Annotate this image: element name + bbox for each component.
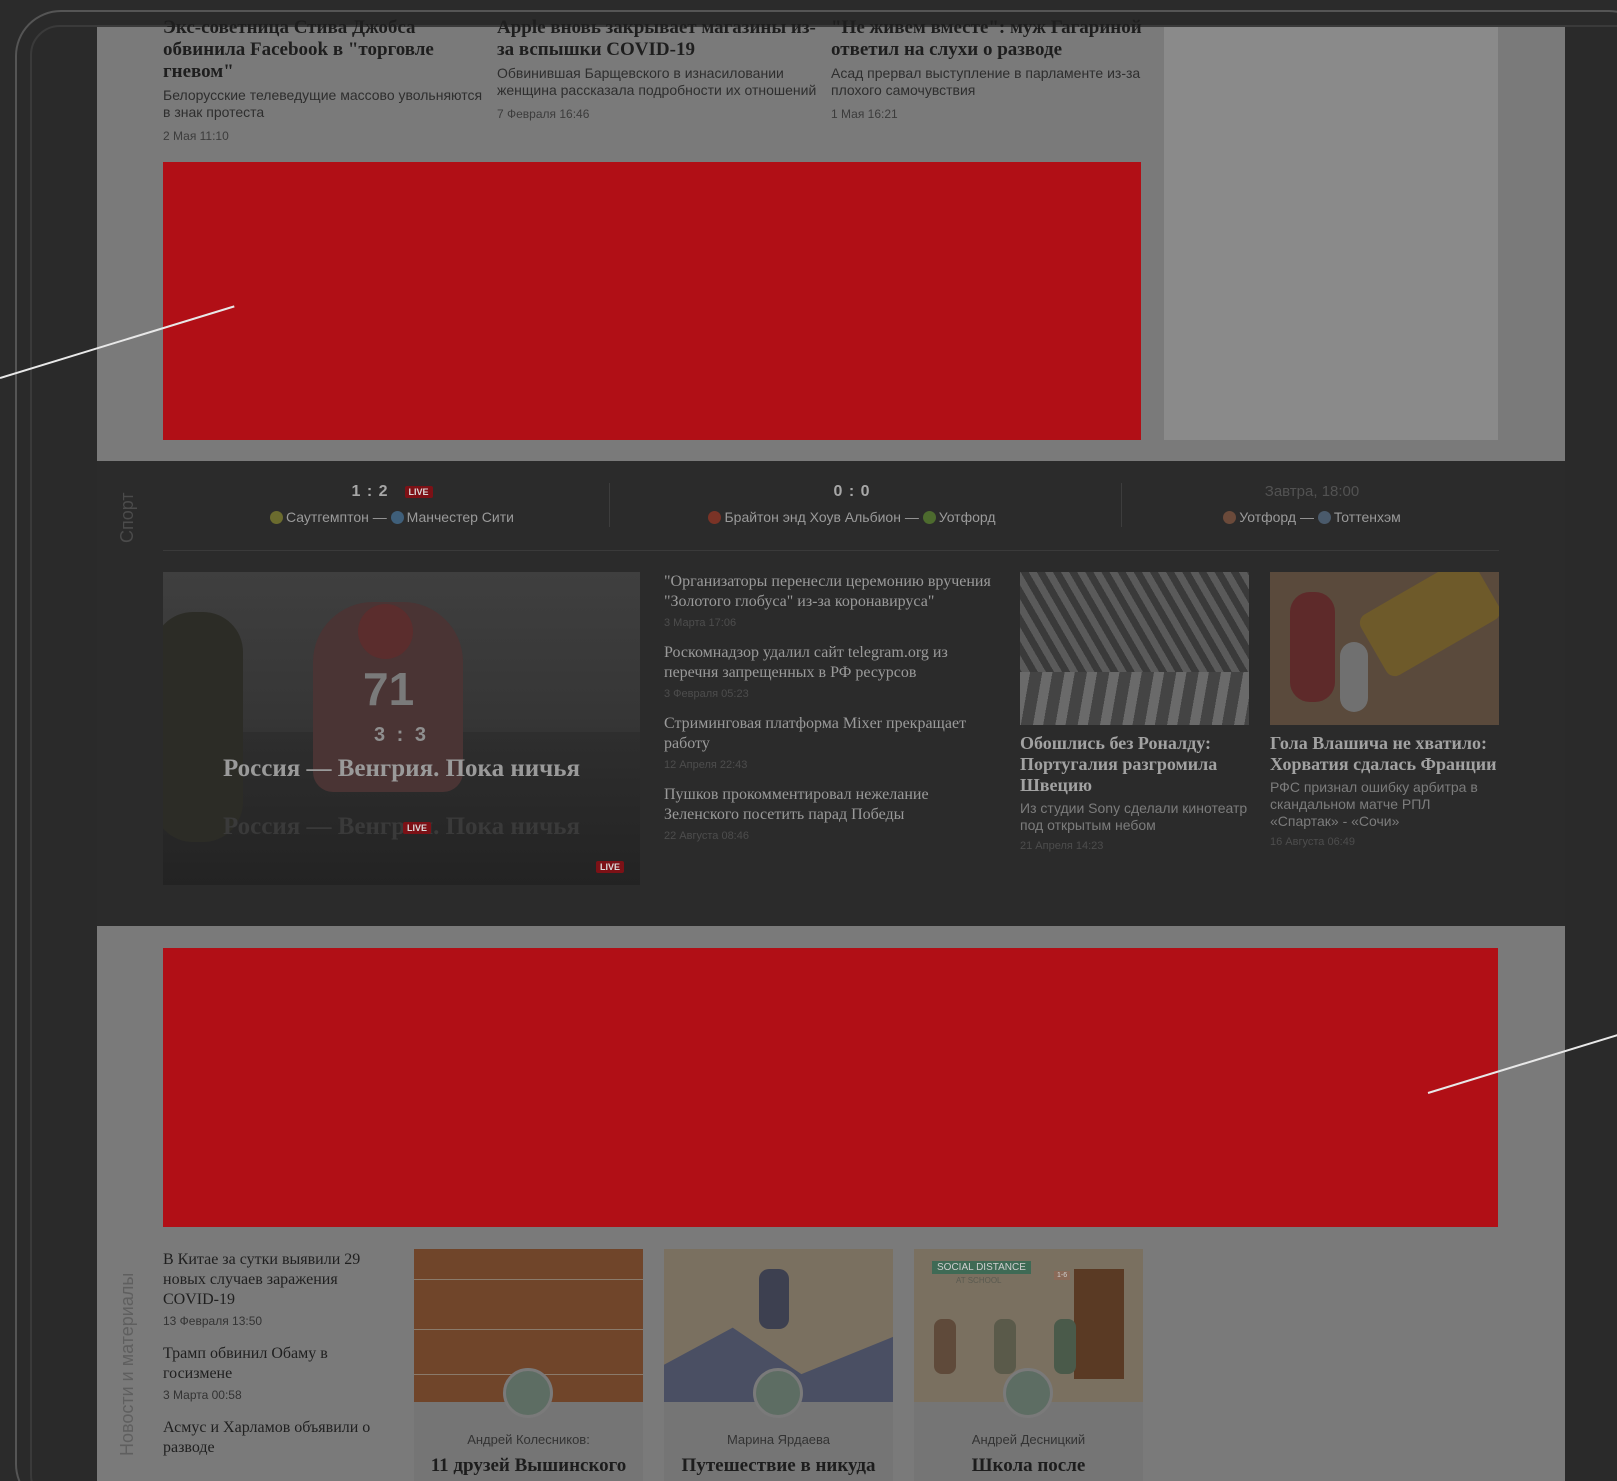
opinion-card[interactable]: Андрей Колесников: 11 друзей Вышинского <box>414 1249 643 1481</box>
opinion-title[interactable]: 11 друзей Вышинского <box>414 1455 643 1477</box>
team-crest-icon <box>390 511 404 524</box>
list-item-title[interactable]: Пушков прокомментировал нежелание Зеленс… <box>664 785 994 825</box>
list-item-date: 3 Марта 00:58 <box>163 1388 242 1402</box>
match-teams: Саутгемптон — Манчестер Сити <box>182 509 602 525</box>
list-item-title[interactable]: Трамп обвинил Обаму в госизмене <box>163 1344 388 1384</box>
team-home: Брайтон энд Хоув Альбион <box>724 509 901 525</box>
opinion-author[interactable]: Марина Ярдаева <box>664 1432 893 1447</box>
team-away: Манчестер Сити <box>406 509 514 525</box>
news-headline[interactable]: Apple вновь закрывает магазины из-за всп… <box>497 17 817 61</box>
list-item-date: 3 Февраля 05:23 <box>664 688 749 700</box>
team-crest-icon <box>922 511 936 524</box>
list-item-title[interactable]: Асмус и Харламов объявили о разводе <box>163 1418 388 1458</box>
card-subtitle[interactable]: РФС признал ошибку арбитра в скандальном… <box>1270 779 1499 830</box>
sidebar-ad-placeholder <box>1164 27 1498 440</box>
news-item[interactable]: Экс-советница Стива Джобса обвинила Face… <box>163 17 483 143</box>
match-card[interactable]: 1 : 2 LIVE Саутгемптон — Манчестер Сити <box>182 483 602 525</box>
author-avatar[interactable] <box>503 1368 553 1418</box>
match-score: 1 : 2 <box>351 483 389 500</box>
list-item-title[interactable]: Роскомнадзор удалил сайт telegram.org из… <box>664 643 994 683</box>
team-crest-icon <box>708 511 722 524</box>
sport-hero-card[interactable]: 71 3 : 3 Россия — Венгрия. Пока ничья Ро… <box>163 572 640 885</box>
top-news-section: Экс-советница Стива Джобса обвинила Face… <box>97 17 1565 461</box>
match-teams: Уотфорд — Тоттенхэм <box>1102 509 1522 525</box>
card-image[interactable] <box>1020 572 1249 725</box>
team-home: Уотфорд <box>1239 509 1297 525</box>
match-teams: Брайтон энд Хоув Альбион — Уотфорд <box>642 509 1062 525</box>
list-item-title[interactable]: Стриминговая платформа Mixer прекращает … <box>664 714 994 754</box>
list-item[interactable]: В Китае за сутки выявили 29 новых случае… <box>163 1250 388 1328</box>
news-headline[interactable]: Экс-советница Стива Джобса обвинила Face… <box>163 17 483 83</box>
team-away: Уотфорд <box>938 509 996 525</box>
list-item[interactable]: Роскомнадзор удалил сайт telegram.org из… <box>664 643 994 700</box>
match-time: Завтра, 18:00 <box>1264 483 1360 500</box>
card-image[interactable] <box>1270 572 1499 725</box>
team-crest-icon <box>1223 511 1237 524</box>
list-item[interactable]: Асмус и Харламов объявили о разводе <box>163 1418 388 1458</box>
opinion-author[interactable]: Андрей Колесников: <box>414 1432 643 1447</box>
live-badge: LIVE <box>595 861 624 873</box>
section-label-materials: Новости и материалы <box>117 1272 137 1456</box>
author-avatar[interactable] <box>1003 1368 1053 1418</box>
opinion-title[interactable]: Путешествие в никуда <box>664 1455 893 1477</box>
materials-section: Новости и материалы В Китае за сутки выя… <box>97 926 1565 1481</box>
image-caption: SOCIAL DISTANCE <box>932 1261 1031 1274</box>
list-item[interactable]: Пушков прокомментировал нежелание Зеленс… <box>664 785 994 842</box>
match-card[interactable]: 0 : 0 Брайтон энд Хоув Альбион — Уотфорд <box>642 483 1062 525</box>
materials-news-list: В Китае за сутки выявили 29 новых случае… <box>163 1250 388 1474</box>
sport-news-list: "Организаторы перенесли церемонию вручен… <box>664 572 994 856</box>
team-home: Саутгемптон <box>286 509 369 525</box>
news-subtitle[interactable]: Асад прервал выступление в парламенте из… <box>831 65 1151 99</box>
list-item[interactable]: Трамп обвинил Обаму в госизмене 3 Марта … <box>163 1344 388 1402</box>
hero-title-ghost: Россия — Венгрия. Пока ничья <box>222 813 580 840</box>
opinion-card[interactable]: SOCIAL DISTANCE AT SCHOOL 1-6 Андрей Дес… <box>914 1249 1143 1481</box>
card-date: 21 Апреля 14:23 <box>1020 840 1104 852</box>
image-badge: 1-6 <box>1054 1271 1071 1280</box>
news-date: 1 Мая 16:21 <box>831 107 898 121</box>
news-subtitle[interactable]: Обвинившая Барщевского в изнасиловании ж… <box>497 65 817 99</box>
opinion-author[interactable]: Андрей Десницкий <box>914 1432 1143 1447</box>
card-subtitle[interactable]: Из студии Sony сделали кинотеатр под отк… <box>1020 800 1249 834</box>
list-item-date: 3 Марта 17:06 <box>664 617 737 629</box>
list-item-date: 12 Апреля 22:43 <box>664 759 748 771</box>
list-item[interactable]: "Организаторы перенесли церемонию вручен… <box>664 572 994 629</box>
news-date: 2 Мая 11:10 <box>163 129 229 143</box>
section-label-sport: Спорт <box>117 492 137 543</box>
list-item-title[interactable]: В Китае за сутки выявили 29 новых случае… <box>163 1250 388 1310</box>
news-date: 7 Февраля 16:46 <box>497 107 590 121</box>
sport-news-card[interactable]: Гола Влашича не хватило: Хорватия сдалас… <box>1270 572 1499 848</box>
match-score: 0 : 0 <box>833 483 871 500</box>
news-subtitle[interactable]: Белорусские телеведущие массово увольняю… <box>163 87 483 121</box>
sport-section: Спорт 1 : 2 LIVE Саутгемптон — Манчестер … <box>97 461 1565 926</box>
live-badge: LIVE <box>403 822 432 834</box>
list-item-title[interactable]: "Организаторы перенесли церемонию вручен… <box>664 572 994 612</box>
card-title[interactable]: Гола Влашича не хватило: Хорватия сдалас… <box>1270 733 1499 775</box>
image-subcaption: AT SCHOOL <box>956 1276 1002 1285</box>
list-item-date: 13 Февраля 13:50 <box>163 1314 263 1328</box>
hero-photo-jersey: 71 <box>363 663 415 715</box>
list-item[interactable]: Стриминговая платформа Mixer прекращает … <box>664 714 994 771</box>
hero-photo-helmet <box>358 604 413 659</box>
news-headline[interactable]: "Не живем вместе": муж Гагариной ответил… <box>831 17 1151 61</box>
match-divider <box>609 483 610 527</box>
hero-score: 3 : 3 <box>373 724 430 746</box>
opinion-card[interactable]: Марина Ярдаева Путешествие в никуда <box>664 1249 893 1481</box>
card-date: 16 Августа 06:49 <box>1270 836 1355 848</box>
team-crest-icon <box>1317 511 1331 524</box>
hero-title[interactable]: Россия — Венгрия. Пока ничья <box>163 754 640 783</box>
team-away: Тоттенхэм <box>1333 509 1401 525</box>
news-item[interactable]: Apple вновь закрывает магазины из-за всп… <box>497 17 817 121</box>
ad-banner-top[interactable] <box>163 162 1141 440</box>
sport-divider <box>163 550 1499 551</box>
match-card[interactable]: Завтра, 18:00 Уотфорд — Тоттенхэм <box>1102 483 1522 525</box>
ad-banner-bottom[interactable] <box>163 948 1498 1227</box>
live-badge: LIVE <box>404 485 433 498</box>
sport-news-card[interactable]: Обошлись без Роналду: Португалия разгром… <box>1020 572 1249 852</box>
team-crest-icon <box>270 511 284 524</box>
list-item-date: 22 Августа 08:46 <box>664 830 749 842</box>
news-item[interactable]: "Не живем вместе": муж Гагариной ответил… <box>831 17 1151 121</box>
author-avatar[interactable] <box>753 1368 803 1418</box>
card-title[interactable]: Обошлись без Роналду: Португалия разгром… <box>1020 733 1249 796</box>
opinion-title[interactable]: Школа после <box>914 1455 1143 1477</box>
